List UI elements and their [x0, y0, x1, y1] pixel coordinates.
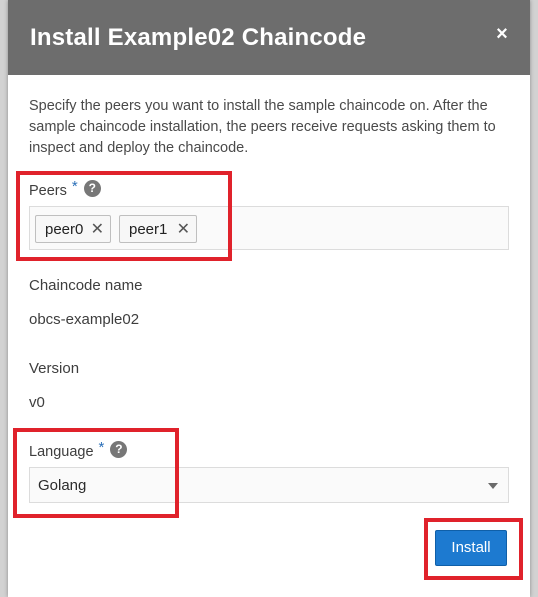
install-highlight-box	[424, 518, 523, 580]
peers-highlight-box	[16, 171, 232, 261]
version-value: v0	[29, 394, 45, 411]
chaincode-name-label: Chaincode name	[29, 277, 143, 294]
close-icon[interactable]: ×	[492, 24, 512, 44]
intro-text: Specify the peers you want to install th…	[29, 98, 496, 156]
dialog-title: Install Example02 Chaincode	[30, 24, 367, 51]
chevron-down-icon[interactable]	[488, 483, 498, 489]
chaincode-name-value: obcs-example02	[29, 311, 140, 328]
language-highlight-box	[13, 428, 179, 518]
dialog-header: Install Example02 Chaincode ×	[8, 0, 530, 75]
version-label: Version	[29, 360, 80, 377]
